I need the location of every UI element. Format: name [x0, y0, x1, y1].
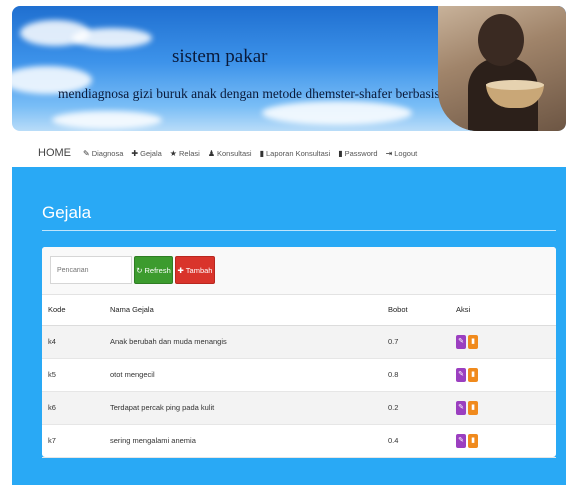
nav-home[interactable]: HOME — [38, 147, 71, 159]
nav-item-gejala[interactable]: ✚ Gejala — [131, 149, 161, 158]
search-input[interactable] — [50, 256, 132, 284]
plus-icon: ✚ — [131, 148, 139, 158]
child-photo — [438, 6, 566, 131]
table-header-row: Kode Nama Gejala Bobot Aksi — [42, 295, 556, 326]
cell-nama: Anak berubah dan muda menangis — [104, 325, 382, 359]
edit-icon: ✎ — [458, 403, 464, 411]
delete-button[interactable]: ▮ — [468, 400, 478, 415]
edit-button[interactable]: ✎ — [456, 334, 466, 349]
users-icon: ♟ — [207, 148, 215, 158]
delete-button[interactable]: ▮ — [468, 367, 478, 382]
column-header-aksi: Aksi — [450, 295, 556, 326]
trash-icon: ▮ — [471, 436, 475, 444]
nav-item-password[interactable]: ▮ Password — [338, 149, 377, 158]
table-row: k4 Anak berubah dan muda menangis 0.7 ✎ ▮ — [42, 325, 556, 359]
gejala-panel: ↻ Refresh ✚ Tambah Kode Nama Gejala Bobo… — [42, 247, 556, 458]
cell-kode: k7 — [42, 424, 104, 458]
edit-button[interactable]: ✎ — [456, 433, 466, 448]
toolbar: ↻ Refresh ✚ Tambah — [42, 247, 556, 295]
site-title: sistem pakar — [172, 46, 268, 67]
refresh-label: Refresh — [144, 265, 171, 275]
refresh-icon: ↻ — [136, 265, 143, 275]
cell-nama: Terdapat percak ping pada kulit — [104, 391, 382, 425]
delete-button[interactable]: ▮ — [468, 433, 478, 448]
gejala-table: Kode Nama Gejala Bobot Aksi k4 Anak beru… — [42, 295, 556, 458]
nav-item-logout[interactable]: ⇥ Logout — [386, 149, 418, 158]
column-header-kode: Kode — [42, 295, 104, 326]
edit-icon: ✎ — [458, 337, 464, 345]
cell-nama: sering mengalami anemia — [104, 424, 382, 458]
nav-label: Logout — [394, 148, 418, 158]
tambah-button[interactable]: ✚ Tambah — [175, 256, 215, 284]
nav-item-laporan[interactable]: ▮ Laporan Konsultasi — [260, 149, 331, 158]
star-icon: ★ — [169, 148, 177, 158]
edit-icon: ✎ — [458, 370, 464, 378]
edit-button[interactable]: ✎ — [456, 400, 466, 415]
header-banner: sistem pakar mendiagnosa gizi buruk anak… — [12, 6, 566, 131]
column-header-bobot: Bobot — [382, 295, 450, 326]
logout-icon: ⇥ — [385, 148, 393, 158]
nav-label: Diagnosa — [91, 148, 124, 158]
nav-label: Laporan Konsultasi — [266, 148, 331, 158]
nav-label: Relasi — [178, 148, 200, 158]
nav-item-diagnosa[interactable]: ✎ Diagnosa — [83, 149, 123, 158]
page-title: Gejala — [42, 203, 92, 222]
cloud-decoration — [72, 28, 152, 48]
trash-icon: ▮ — [471, 403, 475, 411]
nav-item-relasi[interactable]: ★ Relasi — [170, 149, 200, 158]
lock-icon: ▮ — [338, 148, 343, 158]
cell-bobot: 0.4 — [382, 424, 450, 458]
delete-button[interactable]: ▮ — [468, 334, 478, 349]
cell-bobot: 0.8 — [382, 358, 450, 392]
table-row: k7 sering mengalami anemia 0.4 ✎ ▮ — [42, 424, 556, 458]
plus-icon: ✚ — [177, 265, 184, 275]
nav-item-konsultasi[interactable]: ♟ Konsultasi — [208, 149, 252, 158]
cell-aksi: ✎ ▮ — [450, 424, 556, 458]
refresh-button[interactable]: ↻ Refresh — [134, 256, 173, 284]
title-divider — [42, 230, 556, 231]
cell-bobot: 0.7 — [382, 325, 450, 359]
main-content: Gejala ↻ Refresh ✚ Tambah Kode Nama Geja… — [12, 167, 566, 485]
cloud-decoration — [262, 101, 412, 125]
site-subtitle: mendiagnosa gizi buruk anak dengan metod… — [58, 86, 466, 101]
column-header-nama: Nama Gejala — [104, 295, 382, 326]
cell-aksi: ✎ ▮ — [450, 325, 556, 359]
cell-nama: otot mengecil — [104, 358, 382, 392]
cell-bobot: 0.2 — [382, 391, 450, 425]
pencil-icon: ✎ — [83, 148, 90, 158]
trash-icon: ▮ — [471, 337, 475, 345]
table-row: k5 otot mengecil 0.8 ✎ ▮ — [42, 358, 556, 392]
edit-button[interactable]: ✎ — [456, 367, 466, 382]
cell-aksi: ✎ ▮ — [450, 358, 556, 392]
main-nav: HOME ✎ Diagnosa ✚ Gejala ★ Relasi ♟ Konsulta… — [38, 145, 417, 161]
table-row: k6 Terdapat percak ping pada kulit 0.2 ✎… — [42, 391, 556, 425]
cloud-decoration — [52, 111, 162, 129]
nav-label: Konsultasi — [216, 148, 252, 158]
cell-aksi: ✎ ▮ — [450, 391, 556, 425]
tambah-label: Tambah — [185, 265, 213, 275]
cell-kode: k5 — [42, 358, 104, 392]
edit-icon: ✎ — [458, 436, 464, 444]
cell-kode: k4 — [42, 325, 104, 359]
nav-label: Gejala — [140, 148, 162, 158]
trash-icon: ▮ — [471, 370, 475, 378]
file-icon: ▮ — [259, 148, 264, 158]
nav-label: Password — [344, 148, 378, 158]
cell-kode: k6 — [42, 391, 104, 425]
